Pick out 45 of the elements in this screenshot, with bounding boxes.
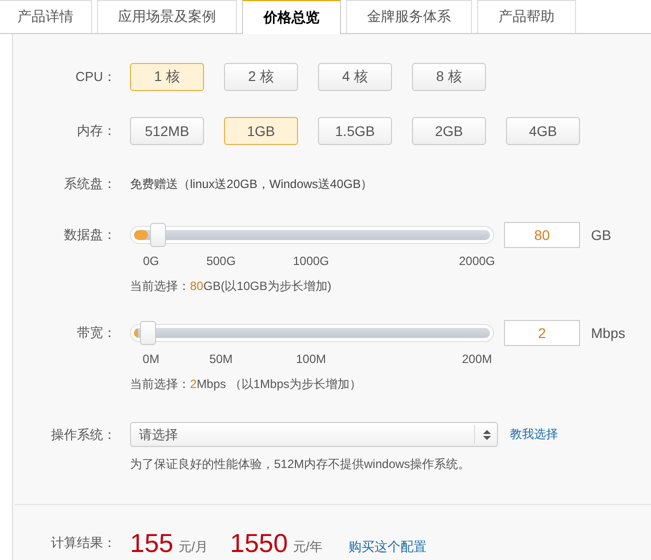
tab[interactable]: 产品详情 [0,0,92,33]
scale-label: 2000G [458,254,496,268]
field-label: 操作系统： [50,426,116,444]
slider-handle[interactable] [140,321,156,345]
yearly-price: 1550 [230,530,288,556]
selection-note: 当前选择：80GB(以10GB为步长增加) [130,278,332,295]
tab[interactable]: 应用场景及案例 [97,0,237,33]
tab[interactable]: 价格总览 [242,0,341,34]
field-label: 带宽： [76,324,116,342]
unit-label: GB [591,227,612,243]
selection-note: 当前选择：2Mbps （以1Mbps为步长增加） [130,376,362,393]
option-button[interactable]: 2 核 [224,63,298,91]
buy-link[interactable]: 购买这个配置 [348,538,426,556]
scale-label: 1000G [292,254,330,268]
option-button[interactable]: 2GB [412,117,486,145]
option-button[interactable]: 4 核 [318,63,392,91]
scale-label: 500G [205,254,237,268]
scale-label: 200M [460,352,494,366]
field-label: CPU： [74,68,116,86]
option-button[interactable]: 512MB [130,117,204,145]
field-label: 系统盘： [63,175,116,193]
option-button[interactable]: 8 核 [412,63,486,91]
option-button[interactable]: 1 核 [130,63,204,91]
os-select[interactable]: 请选择 [130,422,498,447]
monthly-price: 155 [130,530,174,556]
tab[interactable]: 金牌服务体系 [346,0,472,33]
scale-label: 0M [142,352,160,366]
option-button[interactable]: 4GB [506,117,580,145]
help-link[interactable]: 教我选择 [510,426,558,443]
scale-label: 50M [208,352,234,366]
scale-label: 100M [294,352,328,366]
price-unit: 元/年 [292,538,322,556]
field-label: 数据盘： [63,226,116,244]
os-hint: 为了保证良好的性能体验，512M内存不提供windows操作系统。 [130,456,472,473]
field-label: 计算结果： [50,534,116,552]
slider-handle[interactable] [150,223,166,247]
tab[interactable]: 产品帮助 [477,0,576,33]
scale-label: 0G [142,254,160,268]
option-button[interactable]: 1GB [224,117,298,145]
system-disk-info: 免费赠送（linux送20GB，Windows送40GB） [130,176,373,192]
unit-label: Mbps [591,325,626,341]
price-unit: 元/月 [178,538,208,556]
option-button[interactable]: 1.5GB [318,117,392,145]
field-label: 内存： [76,122,116,140]
updown-arrows-icon [483,430,491,440]
